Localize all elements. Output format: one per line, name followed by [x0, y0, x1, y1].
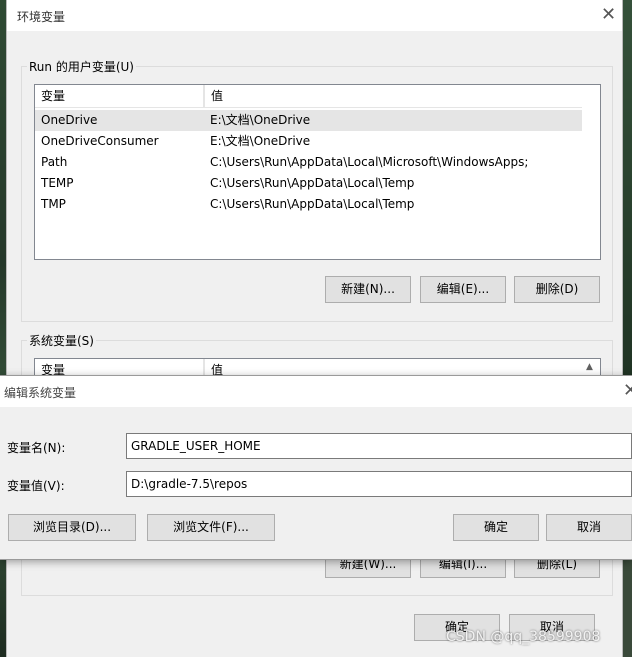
edit-titlebar: 编辑系统变量 ✕ [0, 376, 632, 407]
browse-directory-button[interactable]: 浏览目录(D)... [8, 514, 136, 541]
user-list-header: 变量 值 [35, 85, 582, 108]
csdn-watermark: CSDN @qq_38599908 [446, 629, 601, 645]
edit-cancel-button[interactable]: 取消 [546, 514, 632, 541]
variable-name-cell: TMP [41, 197, 66, 211]
table-row[interactable]: Path C:\Users\Run\AppData\Local\Microsof… [35, 152, 582, 173]
close-icon[interactable]: ✕ [601, 6, 616, 24]
variable-name-label: 变量名(N): [7, 441, 66, 455]
table-row[interactable]: OneDrive E:\文档\OneDrive [35, 110, 582, 131]
variable-name-cell: OneDriveConsumer [41, 134, 159, 148]
env-titlebar: 环境变量 ✕ [7, 0, 622, 31]
variable-name-cell: TEMP [41, 176, 74, 190]
variable-name-input[interactable]: GRADLE_USER_HOME [126, 433, 632, 459]
variable-name-cell: Path [41, 155, 68, 169]
variable-value-cell: E:\文档\OneDrive [210, 134, 311, 148]
system-variables-label: 系统变量(S) [27, 332, 96, 349]
variable-value-label: 变量值(V): [7, 479, 65, 493]
column-header-value[interactable]: 值 [204, 85, 582, 107]
user-variables-label: Run 的用户变量(U) [27, 58, 136, 75]
env-dialog-title: 环境变量 [17, 10, 66, 24]
column-header-variable[interactable]: 变量 [35, 85, 204, 107]
user-edit-button[interactable]: 编辑(E)... [420, 276, 506, 303]
user-variables-list[interactable]: 变量 值 OneDrive E:\文档\OneDrive OneDriveCon… [34, 84, 601, 260]
variable-value-cell: E:\文档\OneDrive [210, 113, 311, 127]
table-row[interactable]: TEMP C:\Users\Run\AppData\Local\Temp [35, 173, 582, 194]
edit-system-variable-dialog: 编辑系统变量 ✕ 变量名(N): GRADLE_USER_HOME 变量值(V)… [0, 375, 632, 560]
browse-file-button[interactable]: 浏览文件(F)... [147, 514, 275, 541]
variable-value-input[interactable]: D:\gradle-7.5\repos [126, 471, 632, 497]
variable-value-cell: C:\Users\Run\AppData\Local\Temp [210, 176, 415, 190]
edit-dialog-title: 编辑系统变量 [4, 386, 77, 400]
user-new-button[interactable]: 新建(N)... [325, 276, 411, 303]
scroll-up-icon[interactable]: ▲ [586, 362, 593, 372]
user-delete-button[interactable]: 删除(D) [514, 276, 600, 303]
close-icon[interactable]: ✕ [623, 382, 632, 400]
variable-value-cell: C:\Users\Run\AppData\Local\Temp [210, 197, 415, 211]
table-row[interactable]: OneDriveConsumer E:\文档\OneDrive [35, 131, 582, 152]
variable-value-cell: C:\Users\Run\AppData\Local\Microsoft\Win… [210, 155, 529, 169]
variable-name-cell: OneDrive [41, 113, 98, 127]
edit-ok-button[interactable]: 确定 [453, 514, 539, 541]
table-row[interactable]: TMP C:\Users\Run\AppData\Local\Temp [35, 194, 582, 215]
